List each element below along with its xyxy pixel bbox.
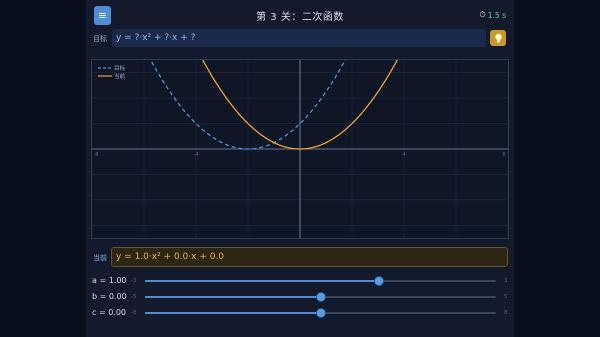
slider-c-min: -8 xyxy=(131,310,137,316)
x-tick-label: -4 xyxy=(194,152,199,158)
right-backdrop xyxy=(514,0,600,337)
slider-b[interactable]: b = 0.00 -5 5 xyxy=(86,291,514,303)
slider-a-label: a = 1.00 xyxy=(92,276,127,285)
slider-a-min: -3 xyxy=(131,278,137,284)
target-label: 目标 xyxy=(93,35,107,43)
legend-target-label: 目标 xyxy=(114,64,126,72)
x-tick-label: 4 xyxy=(402,152,405,158)
slider-b-max: 5 xyxy=(504,294,508,300)
timer: ⏱ 1.5 s xyxy=(480,10,506,20)
hint-button[interactable] xyxy=(490,30,506,46)
x-tick-label: -8 xyxy=(94,152,99,158)
x-tick-label: 8 xyxy=(502,152,505,158)
legend-current-label: 当前 xyxy=(114,72,126,80)
left-backdrop xyxy=(0,0,86,337)
function-graph: -8 -4 4 8 目标 当前 xyxy=(91,59,509,239)
slider-a-track[interactable] xyxy=(145,277,496,285)
slider-c-fill xyxy=(145,312,321,314)
slider-c-max: 8 xyxy=(504,310,508,316)
slider-b-min: -5 xyxy=(131,294,137,300)
timer-value: 1.5 s xyxy=(487,10,506,20)
slider-b-label: b = 0.00 xyxy=(92,292,127,301)
level-title: 第 3 关：二次函数 xyxy=(256,12,344,23)
target-formula: y = ?·x² + ?·x + ? xyxy=(112,29,486,47)
slider-b-thumb[interactable] xyxy=(316,293,325,301)
slider-a-thumb[interactable] xyxy=(375,277,384,285)
slider-a-fill xyxy=(145,280,380,282)
slider-a-max: 3 xyxy=(504,278,508,284)
slider-a[interactable]: a = 1.00 -3 3 xyxy=(86,275,514,287)
game-panel: ≡ 第 3 关：二次函数 ⏱ 1.5 s 目标 y = ?·x² + ?·x +… xyxy=(86,0,514,337)
current-formula: y = 1.0·x² + 0.0·x + 0.0 xyxy=(111,247,508,267)
slider-c-label: c = 0.00 xyxy=(92,308,126,317)
slider-b-track[interactable] xyxy=(145,293,496,301)
stopwatch-icon: ⏱ xyxy=(479,10,486,19)
lightbulb-icon xyxy=(494,33,502,42)
slider-c-track[interactable] xyxy=(145,309,496,317)
slider-c-thumb[interactable] xyxy=(316,309,325,317)
slider-c[interactable]: c = 0.00 -8 8 xyxy=(86,307,514,319)
graph-canvas: -8 -4 4 8 目标当前 xyxy=(92,60,508,238)
slider-b-fill xyxy=(145,296,321,298)
current-label: 当前 xyxy=(93,254,107,262)
